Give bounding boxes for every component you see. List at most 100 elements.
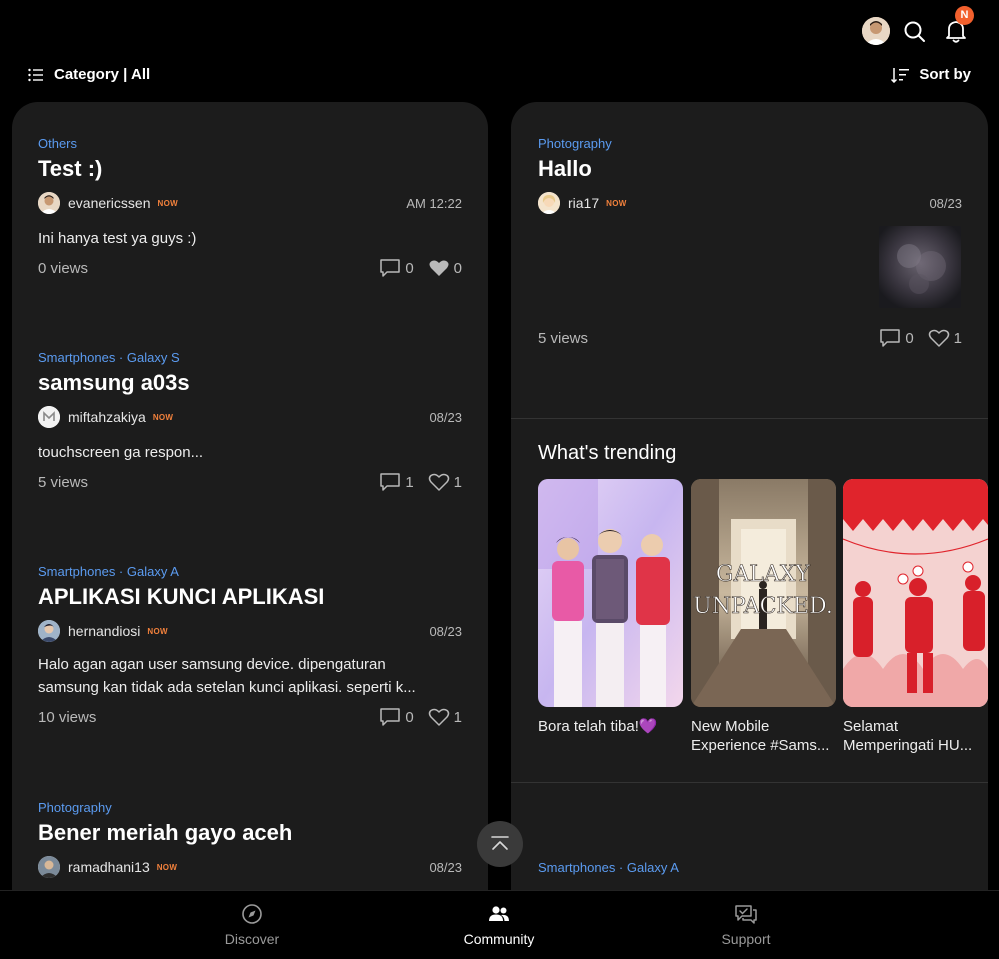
- trending-label-line-1: New Mobile: [691, 718, 770, 735]
- author-row: ramadhani13 NOW 08/23: [38, 855, 462, 879]
- post-time: 08/23: [929, 196, 962, 211]
- bottom-navigation: Discover Community Support: [0, 890, 999, 959]
- post-excerpt-line-2: samsung kan tidak ada setelan kunci apli…: [38, 679, 416, 696]
- trending-card[interactable]: Selamat Memperingati HU...: [843, 479, 988, 755]
- post-card[interactable]: Smartphones · Galaxy S samsung a03s mift…: [38, 350, 462, 494]
- comment-icon: [380, 708, 401, 726]
- list-icon: [28, 68, 43, 81]
- category-filter-button[interactable]: Category | All: [28, 66, 150, 83]
- like-count: 1: [453, 708, 462, 726]
- trending-image[interactable]: GALAXY UNPACKED.: [691, 479, 836, 707]
- comment-count: 0: [405, 708, 414, 726]
- nav-community-label: Community: [463, 931, 535, 947]
- sort-icon: [891, 67, 910, 83]
- section-divider: [511, 782, 988, 783]
- post-card[interactable]: Smartphones · Galaxy A APLIKASI KUNCI AP…: [38, 564, 462, 729]
- comment-count: 1: [405, 473, 414, 491]
- view-count: 5 views: [538, 330, 589, 347]
- post-card[interactable]: Others Test :) evanericssen NOW AM 12:22…: [38, 136, 462, 280]
- post-title[interactable]: samsung a03s: [38, 370, 462, 396]
- author-avatar[interactable]: [38, 856, 60, 878]
- post-time: 08/23: [429, 860, 462, 875]
- like-heart-icon[interactable]: [928, 328, 950, 348]
- section-divider: [511, 418, 988, 419]
- now-badge: NOW: [157, 198, 178, 208]
- author-row: ria17 NOW 08/23: [538, 191, 962, 215]
- view-count: 10 views: [38, 709, 97, 726]
- sort-label: Sort by: [919, 66, 971, 83]
- post-stats: 0 views 0 0: [38, 258, 462, 280]
- nav-discover[interactable]: Discover: [192, 903, 312, 947]
- post-excerpt: touchscreen ga respon...: [38, 444, 204, 461]
- post-category[interactable]: Photography: [538, 136, 962, 151]
- now-badge: NOW: [606, 198, 627, 208]
- post-category[interactable]: Others: [38, 136, 462, 151]
- post-stats: 5 views 1 1: [38, 472, 462, 494]
- post-time: 08/23: [429, 624, 462, 639]
- trending-label[interactable]: Bora telah tiba!💜: [538, 717, 683, 736]
- author-name[interactable]: hernandiosi: [68, 623, 140, 639]
- post-time: 08/23: [429, 410, 462, 425]
- view-count: 0 views: [38, 260, 89, 277]
- author-row: hernandiosi NOW 08/23: [38, 619, 462, 643]
- now-badge: NOW: [156, 862, 178, 872]
- post-category[interactable]: Photography: [38, 800, 462, 815]
- trending-label[interactable]: New Mobile Experience #Sams...: [691, 717, 836, 755]
- support-chat-icon: [735, 905, 757, 924]
- comment-count: 0: [405, 259, 414, 277]
- comment-count: 0: [905, 329, 914, 347]
- search-icon[interactable]: [902, 19, 928, 45]
- trending-label[interactable]: Selamat Memperingati HU...: [843, 717, 988, 755]
- scroll-to-top-button[interactable]: [477, 821, 523, 867]
- author-avatar[interactable]: [38, 192, 60, 214]
- post-title[interactable]: Test :): [38, 156, 462, 182]
- compass-icon: [242, 904, 262, 924]
- post-list-left: Others Test :) evanericssen NOW AM 12:22…: [12, 102, 488, 890]
- scroll-to-top-icon: [491, 836, 509, 850]
- nav-discover-label: Discover: [224, 931, 280, 947]
- now-badge: NOW: [152, 412, 174, 422]
- nav-support-label: Support: [721, 931, 771, 947]
- post-card[interactable]: Smartphones · Galaxy A: [538, 860, 962, 875]
- author-name[interactable]: ramadhani13: [68, 859, 150, 875]
- top-bar: N: [0, 0, 999, 60]
- post-category[interactable]: Smartphones · Galaxy A: [38, 564, 462, 579]
- author-avatar[interactable]: [538, 192, 560, 214]
- author-avatar[interactable]: [38, 620, 60, 642]
- author-name[interactable]: evanericssen: [68, 195, 151, 211]
- comment-icon: [880, 329, 901, 347]
- post-list-right: Photography Hallo ria17 NOW 08/23 5 view…: [511, 102, 988, 890]
- profile-avatar[interactable]: [862, 17, 890, 45]
- filter-row: Category | All Sort by: [0, 60, 999, 94]
- trending-image[interactable]: [843, 479, 988, 707]
- post-title[interactable]: Bener meriah gayo aceh: [38, 820, 462, 846]
- trending-card[interactable]: GALAXY UNPACKED. New Mobile Experience #…: [691, 479, 836, 755]
- post-category[interactable]: Smartphones · Galaxy A: [538, 860, 962, 875]
- like-heart-filled-icon[interactable]: [428, 258, 450, 278]
- post-stats: 10 views 0 1: [38, 707, 462, 729]
- post-title[interactable]: APLIKASI KUNCI APLIKASI: [38, 584, 462, 610]
- trending-image[interactable]: [538, 479, 683, 707]
- author-avatar[interactable]: [38, 406, 60, 428]
- community-people-icon: [489, 906, 509, 921]
- sort-button[interactable]: Sort by: [891, 66, 971, 83]
- author-row: evanericssen NOW AM 12:22: [38, 191, 462, 215]
- post-time: AM 12:22: [406, 196, 462, 211]
- trending-card[interactable]: Bora telah tiba!💜: [538, 479, 683, 736]
- author-name[interactable]: ria17: [568, 195, 599, 211]
- like-count: 1: [453, 473, 462, 491]
- like-heart-icon[interactable]: [428, 472, 450, 492]
- like-heart-icon[interactable]: [428, 707, 450, 727]
- nav-support[interactable]: Support: [686, 903, 806, 947]
- post-title[interactable]: Hallo: [538, 156, 962, 182]
- post-thumbnail[interactable]: [879, 226, 961, 308]
- nav-community[interactable]: Community: [439, 903, 559, 947]
- like-count: 0: [453, 259, 462, 277]
- trending-label-line-2: Memperingati HU...: [843, 737, 973, 754]
- post-excerpt-line-1: Halo agan agan user samsung device. dipe…: [38, 656, 386, 673]
- post-category[interactable]: Smartphones · Galaxy S: [38, 350, 462, 365]
- post-excerpt: Ini hanya test ya guys :): [38, 230, 197, 247]
- post-card[interactable]: Photography Bener meriah gayo aceh ramad…: [38, 800, 462, 879]
- view-count: 5 views: [38, 474, 89, 491]
- author-name[interactable]: miftahzakiya: [68, 409, 146, 425]
